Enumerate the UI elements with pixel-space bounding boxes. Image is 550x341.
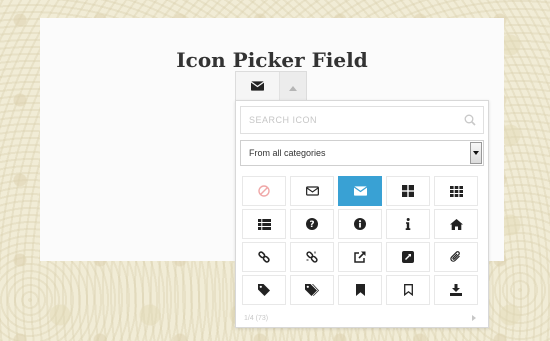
selected-icon-button[interactable] xyxy=(236,72,280,102)
search-input[interactable] xyxy=(241,107,483,133)
bookmark-icon xyxy=(355,284,365,296)
question-circle-icon: ? xyxy=(306,218,318,230)
info-circle-icon xyxy=(354,218,366,230)
envelope-icon xyxy=(353,186,367,196)
picker-open-button[interactable] xyxy=(280,72,306,101)
svg-text:?: ? xyxy=(309,220,314,230)
icon-cell-info[interactable] xyxy=(386,209,430,239)
category-select-value: From all categories xyxy=(249,148,326,158)
icon-grid: ? xyxy=(242,176,482,305)
icon-cell-tags[interactable] xyxy=(290,275,334,305)
caret-up-icon xyxy=(289,78,297,96)
home-icon xyxy=(449,218,463,230)
external-link-square-icon xyxy=(402,251,414,263)
th-icon xyxy=(449,185,463,197)
icon-cell-envelope[interactable] xyxy=(338,176,382,206)
icon-cell-external-link[interactable] xyxy=(338,242,382,272)
icon-cell-th-large[interactable] xyxy=(386,176,430,206)
chevron-down-icon xyxy=(473,151,479,155)
envelope-icon xyxy=(250,78,265,96)
none-icon xyxy=(258,185,270,197)
icon-cell-paperclip[interactable] xyxy=(434,242,478,272)
search-icon xyxy=(464,113,476,131)
icon-cell-unlink[interactable] xyxy=(290,242,334,272)
next-page-button[interactable] xyxy=(472,314,476,323)
icon-cell-external-link-square[interactable] xyxy=(386,242,430,272)
paperclip-icon xyxy=(450,251,460,262)
external-link-icon xyxy=(354,251,366,263)
th-list-icon xyxy=(257,218,271,230)
icon-cell-bookmark[interactable] xyxy=(338,275,382,305)
icon-cell-question-circle[interactable]: ? xyxy=(290,209,334,239)
icon-cell-bookmark-outline[interactable] xyxy=(386,275,430,305)
icon-cell-th-list[interactable] xyxy=(242,209,286,239)
tags-icon xyxy=(305,284,319,296)
select-dropdown-button[interactable] xyxy=(470,142,482,164)
icon-cell-th[interactable] xyxy=(434,176,478,206)
unlink-icon xyxy=(306,251,318,263)
icon-cell-info-circle[interactable] xyxy=(338,209,382,239)
category-select[interactable]: From all categories xyxy=(240,140,484,166)
pagination-info: 1/4 (73) xyxy=(244,315,269,322)
envelope-outline-icon xyxy=(305,186,319,196)
icon-cell-none[interactable] xyxy=(242,176,286,206)
icon-cell-home[interactable] xyxy=(434,209,478,239)
icon-cell-download[interactable] xyxy=(434,275,478,305)
chevron-right-icon xyxy=(472,315,476,321)
link-icon xyxy=(258,251,270,263)
icon-cell-envelope-outline[interactable] xyxy=(290,176,334,206)
info-icon xyxy=(405,218,411,230)
download-icon xyxy=(450,284,462,296)
icon-cell-link[interactable] xyxy=(242,242,286,272)
th-large-icon xyxy=(402,185,414,197)
page-title: Icon Picker Field xyxy=(176,48,368,72)
tag-icon xyxy=(258,284,270,296)
icon-picker-toggle xyxy=(235,71,307,102)
search-box xyxy=(240,106,484,134)
icon-cell-tag[interactable] xyxy=(242,275,286,305)
bookmark-outline-icon xyxy=(403,284,413,296)
icon-picker-popup: From all categories ? xyxy=(235,100,489,328)
